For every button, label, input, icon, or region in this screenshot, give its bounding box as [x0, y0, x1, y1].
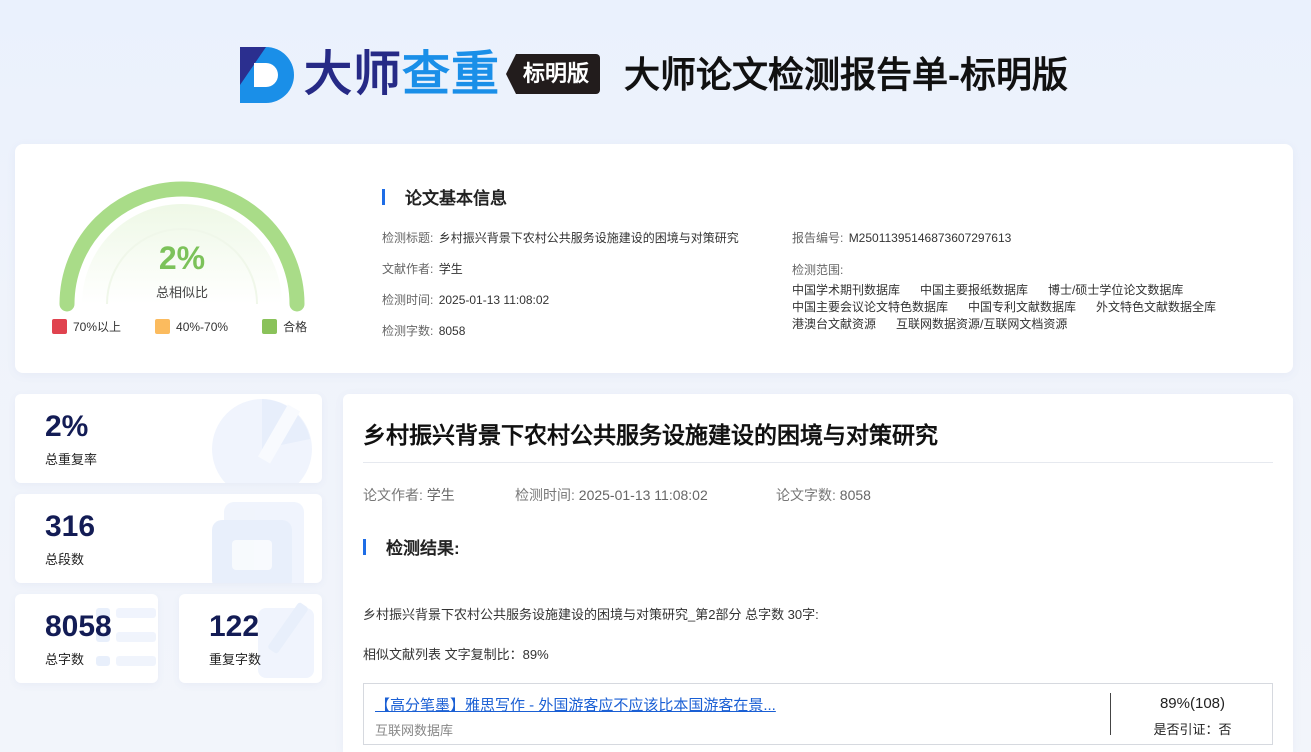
logo-icon — [240, 47, 294, 103]
info-value: M250113951468736072976​13 — [848, 231, 1012, 245]
scope-item: 互联网数据资源/互联网文档资源 — [896, 317, 1068, 331]
info-label: 文献作者: — [382, 262, 434, 276]
result-heading: 检测结果: — [363, 534, 460, 559]
legend-swatch — [155, 319, 171, 334]
scope-item: 中国主要会议论文特色数据库 — [792, 300, 949, 314]
stat-value: 8058 — [45, 610, 112, 643]
meta-author: 论文作者: 学生 — [363, 485, 455, 505]
info-value: 乡村振兴背景下农村公共服务设施建设的困境与对策研究 — [438, 231, 739, 245]
info-label: 检测范围: — [792, 263, 844, 277]
similar-doc-source: 互联网数据库 — [375, 723, 454, 738]
scope-item: 港澳台文献资源 — [792, 317, 877, 331]
info-row-words: 检测字数: 8058 — [382, 323, 739, 354]
heading-accent-bar — [382, 188, 385, 205]
stat-card-paragraphs: 316 总段数 — [15, 494, 322, 583]
info-value: 学生 — [438, 262, 463, 276]
legend-item-medium: 40%-70% — [155, 318, 228, 335]
stat-card-repeat-rate: 2% 总重复率 — [15, 394, 322, 483]
doc-title: 乡村振兴背景下农村公共服务设施建设的困境与对策研究 — [363, 422, 938, 448]
scope-item: 中国专利文献数据库 — [968, 300, 1077, 314]
meta-value: 2025-01-13 11:08:02 — [578, 487, 708, 503]
meta-value: 学生 — [426, 487, 455, 503]
stat-value: 122 — [209, 610, 260, 643]
legend-item-pass: 合格 — [262, 318, 307, 335]
edit-icon — [258, 602, 314, 678]
stat-value: 2% — [45, 410, 89, 443]
meta-label: 检测时间: — [515, 487, 575, 503]
legend-label: 70%以上 — [73, 320, 122, 334]
info-row-author: 文献作者: 学生 — [382, 261, 739, 292]
report-title: 大师论文检测报告单-标明版 — [624, 54, 1068, 95]
similarity-gauge: 2% 总相似比 — [55, 164, 309, 314]
stat-card-total-words: 8058 总字数 — [15, 594, 158, 683]
report-header: 大师查重 标明版 大师论文检测报告单-标明版 — [236, 40, 1096, 110]
info-row-time: 检测时间: 2025-01-13 11:08:02 — [382, 292, 739, 323]
heading-accent-bar — [363, 538, 366, 555]
basic-info-heading: 论文基本信息 — [382, 184, 507, 209]
basic-info-heading-text: 论文基本信息 — [405, 189, 507, 208]
scope-item: 博士/硕士学位论文数据库 — [1048, 283, 1184, 297]
legend-label: 合格 — [283, 320, 308, 334]
stat-value: 316 — [45, 510, 96, 543]
info-label: 检测时间: — [382, 293, 434, 307]
logo-text-dark: 大师 — [304, 48, 403, 101]
stat-label: 总段数 — [45, 552, 85, 567]
meta-words: 论文字数: 8058 — [776, 485, 871, 505]
meta-value: 8058 — [839, 487, 871, 503]
similar-doc-link[interactable]: 【高分笔墨】雅思写作 - 外国游客应不应该比本国游客在景... — [375, 694, 776, 715]
legend-item-high: 70%以上 — [52, 318, 121, 335]
gauge-legend: 70%以上 40%-70% 合格 — [52, 318, 341, 335]
gauge-value: 2% — [158, 240, 206, 276]
stat-label: 总重复率 — [45, 452, 98, 467]
similar-doc-percent: 89%(108) — [1159, 695, 1226, 712]
basic-info-left: 检测标题: 乡村振兴背景下农村公共服务设施建设的困境与对策研究 文献作者: 学生… — [382, 230, 739, 354]
scope-item: 外文特色文献数据全库 — [1096, 300, 1217, 314]
edition-badge: 标明版 — [506, 54, 600, 94]
stat-label: 总字数 — [45, 652, 85, 667]
meta-time: 检测时间: 2025-01-13 11:08:02 — [515, 485, 708, 505]
meta-label: 论文字数: — [776, 487, 836, 503]
scope-row: 中国主要会议论文特色数据库 中国专利文献数据库 外文特色文献数据全库 — [792, 299, 1236, 316]
info-label: 检测字数: — [382, 324, 434, 338]
info-value: 2025-01-13 11:08:02 — [438, 293, 550, 307]
scope-item: 中国主要报纸数据库 — [920, 283, 1029, 297]
result-heading-text: 检测结果: — [386, 539, 460, 558]
similar-doc-row: 【高分笔墨】雅思写作 - 外国游客应不应该比本国游客在景... 互联网数据库 8… — [363, 683, 1273, 745]
gauge-label: 总相似比 — [155, 285, 208, 300]
similar-doc-cite: 是否引证：否 — [1153, 722, 1232, 737]
legend-swatch — [262, 319, 278, 334]
logo-text-blue: 查重 — [402, 48, 501, 101]
part-summary: 乡村振兴背景下农村公共服务设施建设的困境与对策研究_第2部分 总字数 30字: — [363, 607, 819, 622]
info-value: 8058 — [438, 324, 466, 338]
legend-swatch — [52, 319, 67, 334]
scope-row: 港澳台文献资源 互联网数据资源/互联网文档资源 — [792, 316, 1236, 333]
info-label: 报告编号: — [792, 231, 844, 245]
legend-label: 40%-70% — [176, 319, 229, 334]
document-icon — [212, 502, 304, 583]
basic-info-card: 2% 总相似比 70%以上 40%-70% 合格 论文基本信息 检测标题: 乡村… — [15, 144, 1293, 373]
divider — [363, 462, 1273, 463]
scope-list: 中国学术期刊数据库 中国主要报纸数据库 博士/硕士学位论文数据库 中国主要会议论文特… — [792, 282, 1236, 333]
info-label: 检测标题: — [382, 231, 434, 245]
info-row-title: 检测标题: 乡村振兴背景下农村公共服务设施建设的困境与对策研究 — [382, 230, 739, 261]
scope-row: 中国学术期刊数据库 中国主要报纸数据库 博士/硕士学位论文数据库 — [792, 282, 1236, 299]
info-row-scope: 检测范围: 中国学术期刊数据库 中国主要报纸数据库 博士/硕士学位论文数据库 中国主… — [792, 261, 1236, 333]
detail-panel: 乡村振兴背景下农村公共服务设施建设的困境与对策研究 论文作者: 学生 检测时间:… — [343, 394, 1293, 752]
info-row-report-no: 报告编号: M250113951468736072976​13 — [792, 230, 1236, 261]
stat-card-repeat-words: 122 重复字数 — [179, 594, 322, 683]
similar-summary: 相似文献列表 文字复制比：89% — [363, 647, 549, 662]
stat-label: 重复字数 — [209, 652, 262, 667]
scope-item: 中国学术期刊数据库 — [792, 283, 901, 297]
meta-label: 论文作者: — [363, 487, 423, 503]
basic-info-right: 报告编号: M250113951468736072976​13 检测范围: 中国… — [792, 230, 1236, 333]
logo-text: 大师查重 — [304, 40, 500, 110]
pie-chart-icon — [212, 399, 312, 483]
